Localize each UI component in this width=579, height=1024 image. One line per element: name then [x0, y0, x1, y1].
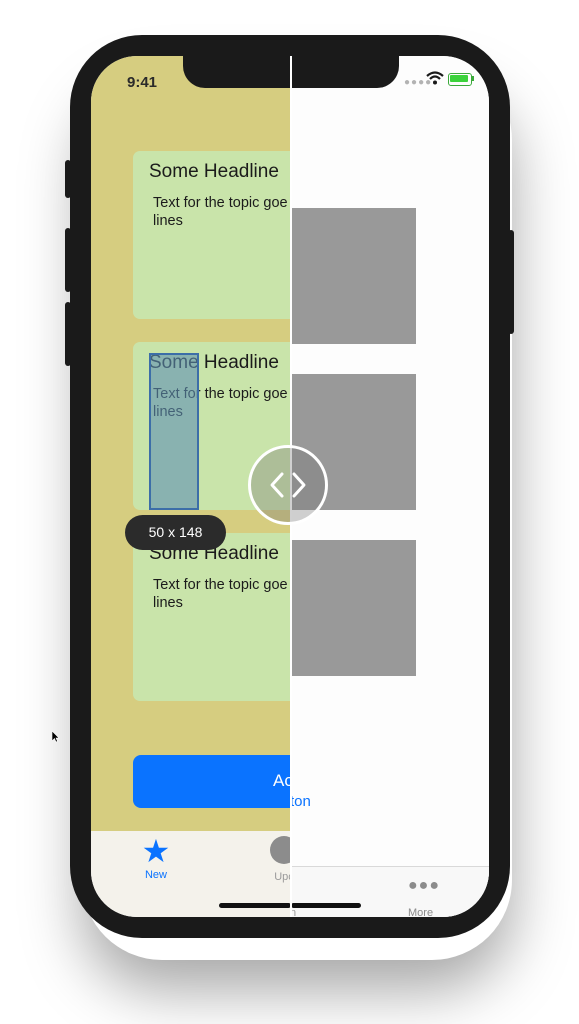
cursor-icon [51, 730, 60, 748]
more-dots-icon[interactable]: ●●● [408, 877, 440, 895]
compare-handle[interactable] [248, 445, 328, 525]
image-placeholder [292, 208, 416, 344]
action-button[interactable]: Ac [133, 755, 290, 808]
tab-new[interactable]: ★ New [131, 831, 181, 881]
chevron-left-right-icon [270, 472, 306, 498]
phone-screen: Some Headline Text for the topic goe and… [91, 56, 489, 917]
home-indicator [219, 903, 291, 908]
volume-up-button [65, 228, 71, 292]
wifi-icon [426, 71, 444, 90]
star-icon: ★ [141, 833, 171, 869]
card-text: Text for the topic goe and have many lin… [153, 195, 290, 229]
side-button [508, 230, 514, 334]
card[interactable]: Some Headline Text for the topic goe and… [133, 533, 290, 701]
button-text-fragment[interactable]: ton [290, 793, 311, 810]
tab-upcoming[interactable]: Upc [259, 831, 290, 883]
circle-icon [270, 836, 290, 864]
card-headline: Some Headline [149, 161, 279, 182]
tab-label: New [144, 869, 167, 881]
volume-down-button [65, 302, 71, 366]
action-button-label: Ac [273, 771, 290, 790]
battery-level [450, 75, 468, 82]
tab-more-label[interactable]: More [408, 907, 433, 917]
selection-box[interactable] [149, 353, 199, 510]
status-time: 9:41 [127, 74, 158, 91]
battery-tip [472, 76, 474, 81]
battery-icon [448, 73, 472, 86]
mute-switch [65, 160, 71, 198]
image-placeholder [292, 540, 416, 676]
tab-label: Upc [274, 871, 290, 883]
home-indicator [291, 903, 361, 908]
card-text: Text for the topic goe and have many lin… [153, 577, 290, 611]
tab-bar: n ●●● More [290, 866, 489, 917]
card[interactable]: Some Headline Text for the topic goe and… [133, 151, 290, 319]
size-badge: 50 x 148 [125, 515, 226, 550]
